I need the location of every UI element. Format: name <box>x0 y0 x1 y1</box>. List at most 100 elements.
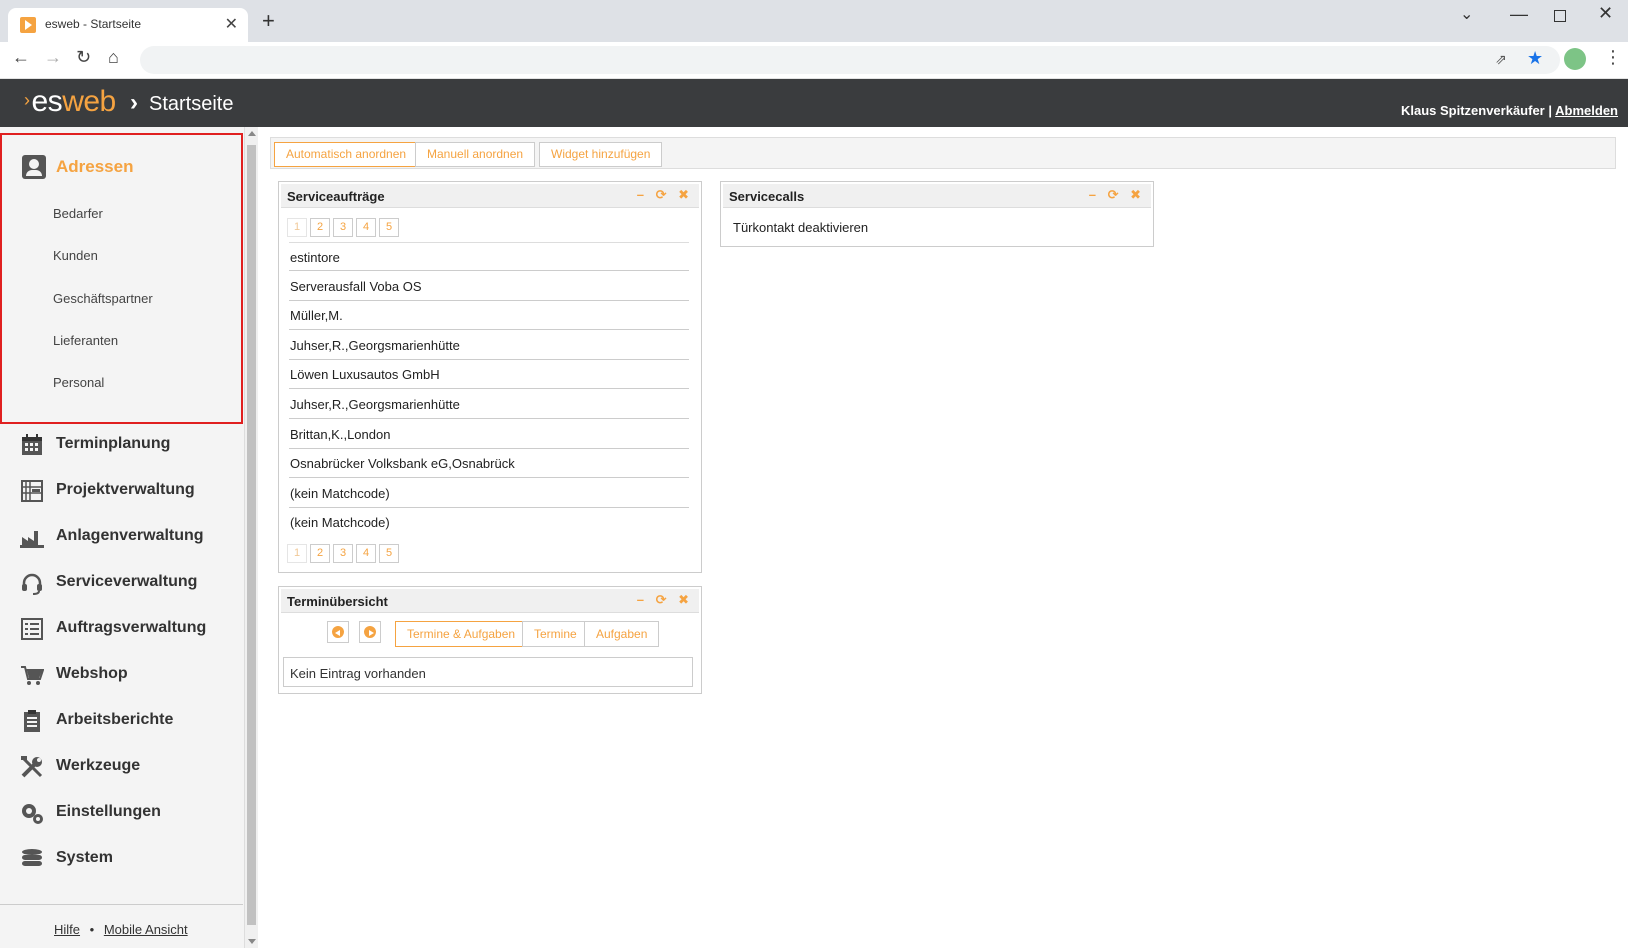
sidebar: Adressen Bedarfer Kunden Geschäftspartne… <box>0 127 244 948</box>
sidebar-item-label: Webshop <box>56 665 128 682</box>
servicecall-item[interactable]: Türkontakt deaktivieren <box>733 220 868 235</box>
next-arrow-icon[interactable] <box>359 621 381 643</box>
logo-arrow-icon: › <box>24 90 30 110</box>
list-item[interactable]: Löwen Luxusautos GmbH <box>289 360 689 389</box>
widget-header[interactable]: Servicecalls – ⟳ ✖ <box>723 184 1151 208</box>
list-item[interactable]: Osnabrücker Volksbank eG,Osnabrück <box>289 449 689 478</box>
widget-header[interactable]: Terminübersicht – ⟳ ✖ <box>281 589 699 613</box>
browser-tab[interactable]: esweb - Startseite ✕ <box>8 8 248 42</box>
logout-link[interactable]: Abmelden <box>1555 103 1618 118</box>
page-3[interactable]: 3 <box>333 544 353 563</box>
bookmark-star-icon[interactable]: ★ <box>1527 48 1543 69</box>
help-link[interactable]: Hilfe <box>54 922 80 937</box>
scroll-up-icon[interactable] <box>248 131 256 136</box>
scrollbar-thumb[interactable] <box>247 145 256 925</box>
sidebar-item-serviceverwaltung[interactable]: Serviceverwaltung <box>18 569 238 599</box>
widget-serviceauftraege: Serviceaufträge – ⟳ ✖ 12345 estintore Se… <box>278 181 702 573</box>
tab-termine-aufgaben[interactable]: Termine & Aufgaben <box>395 621 528 647</box>
list-item[interactable]: Serverausfall Voba OS <box>289 272 689 301</box>
list-item[interactable]: estintore <box>289 242 689 271</box>
app-header: ›esweb › Startseite Klaus Spitzenverkäuf… <box>0 79 1628 127</box>
sidebar-item-label: Adressen <box>56 157 134 176</box>
address-bar[interactable] <box>140 46 1560 74</box>
new-tab-button[interactable]: + <box>262 10 275 32</box>
sidebar-subitem-kunden[interactable]: Kunden <box>53 248 98 263</box>
sidebar-item-werkzeuge[interactable]: Werkzeuge <box>18 753 238 783</box>
minimize-icon[interactable]: — <box>1510 4 1528 25</box>
browser-menu-icon[interactable]: ⋮ <box>1604 47 1622 68</box>
sidebar-item-projektverwaltung[interactable]: Projektverwaltung <box>18 477 238 507</box>
termin-nav-bar: Termine & Aufgaben Termine Aufgaben <box>327 621 687 647</box>
sidebar-item-einstellungen[interactable]: Einstellungen <box>18 799 238 829</box>
pager-top: 12345 <box>287 218 402 238</box>
browser-toolbar: ← → ↻ ⌂ ⇗ ★ ⋮ <box>0 42 1628 79</box>
page-title: Startseite <box>149 93 234 115</box>
back-arrow-icon[interactable]: ← <box>12 48 30 66</box>
tab-aufgaben[interactable]: Aufgaben <box>584 621 660 647</box>
page-4[interactable]: 4 <box>356 218 376 237</box>
sidebar-item-anlagenverwaltung[interactable]: Anlagenverwaltung <box>18 523 238 553</box>
tab-title: esweb - Startseite <box>45 17 142 31</box>
add-widget-button[interactable]: Widget hinzufügen <box>539 142 663 167</box>
reload-icon[interactable]: ↻ <box>76 48 91 66</box>
calendar-icon <box>22 434 42 455</box>
sidebar-item-webshop[interactable]: Webshop <box>18 661 238 691</box>
widget-title: Serviceaufträge <box>287 189 385 204</box>
widget-controls[interactable]: – ⟳ ✖ <box>1089 187 1145 203</box>
sidebar-subitem-bedarfer[interactable]: Bedarfer <box>53 206 103 221</box>
maximize-icon[interactable] <box>1554 10 1566 22</box>
mobile-view-link[interactable]: Mobile Ansicht <box>104 922 188 937</box>
address-book-icon <box>22 155 46 179</box>
widget-controls[interactable]: – ⟳ ✖ <box>637 187 693 203</box>
headset-icon <box>22 573 42 595</box>
forward-arrow-icon[interactable]: → <box>44 48 62 66</box>
termin-list: Kein Eintrag vorhanden <box>283 657 693 687</box>
dashboard-toolbar: Automatisch anordnen Manuell anordnen Wi… <box>270 137 1616 169</box>
sidebar-item-auftragsverwaltung[interactable]: Auftragsverwaltung <box>18 615 238 645</box>
page-2[interactable]: 2 <box>310 218 330 237</box>
sidebar-item-terminplanung[interactable]: Terminplanung <box>18 431 238 461</box>
share-icon[interactable]: ⇗ <box>1495 51 1507 68</box>
page-1: 1 <box>287 218 307 237</box>
database-icon <box>22 849 42 866</box>
list-item[interactable]: Juhser,R.,Georgsmarienhütte <box>289 331 689 360</box>
scroll-down-icon[interactable] <box>248 939 256 944</box>
widget-header[interactable]: Serviceaufträge – ⟳ ✖ <box>281 184 699 208</box>
sidebar-subitem-personal[interactable]: Personal <box>53 375 104 390</box>
sidebar-item-label: Serviceverwaltung <box>56 573 198 590</box>
list-item[interactable]: Brittan,K.,London <box>289 420 689 449</box>
list-icon <box>21 618 43 640</box>
list-item[interactable]: (kein Matchcode) <box>289 479 689 508</box>
esweb-logo[interactable]: ›esweb <box>24 85 116 119</box>
page-5[interactable]: 5 <box>379 544 399 563</box>
tools-icon <box>21 756 43 778</box>
footer-dot: • <box>89 922 95 937</box>
esweb-favicon-icon <box>20 17 36 33</box>
manual-arrange-button[interactable]: Manuell anordnen <box>415 142 536 167</box>
window-close-icon[interactable]: ✕ <box>1598 3 1613 24</box>
sidebar-subitem-geschaeftspartner[interactable]: Geschäftspartner <box>53 291 153 306</box>
sidebar-subitem-lieferanten[interactable]: Lieferanten <box>53 333 118 348</box>
sidebar-item-label: Anlagenverwaltung <box>56 527 204 544</box>
user-separator: | <box>1548 103 1553 118</box>
sidebar-section-adressen: Adressen Bedarfer Kunden Geschäftspartne… <box>0 133 243 424</box>
sidebar-scrollbar[interactable] <box>244 127 258 948</box>
page-5[interactable]: 5 <box>379 218 399 237</box>
sidebar-item-arbeitsberichte[interactable]: Arbeitsberichte <box>18 707 238 737</box>
previous-arrow-icon[interactable] <box>327 621 349 643</box>
profile-avatar[interactable] <box>1564 48 1586 70</box>
list-item[interactable]: (kein Matchcode) <box>289 508 689 537</box>
page-2[interactable]: 2 <box>310 544 330 563</box>
tab-search-icon[interactable]: ⌄ <box>1460 4 1473 24</box>
widget-title: Servicecalls <box>729 189 805 204</box>
page-3[interactable]: 3 <box>333 218 353 237</box>
widget-controls[interactable]: – ⟳ ✖ <box>637 592 693 608</box>
tab-termine[interactable]: Termine <box>522 621 589 647</box>
page-4[interactable]: 4 <box>356 544 376 563</box>
tab-close-icon[interactable]: ✕ <box>225 14 238 34</box>
auto-arrange-button[interactable]: Automatisch anordnen <box>274 142 419 167</box>
list-item[interactable]: Juhser,R.,Georgsmarienhütte <box>289 390 689 419</box>
sidebar-item-system[interactable]: System <box>18 845 238 875</box>
home-icon[interactable]: ⌂ <box>108 48 119 66</box>
list-item[interactable]: Müller,M. <box>289 301 689 330</box>
